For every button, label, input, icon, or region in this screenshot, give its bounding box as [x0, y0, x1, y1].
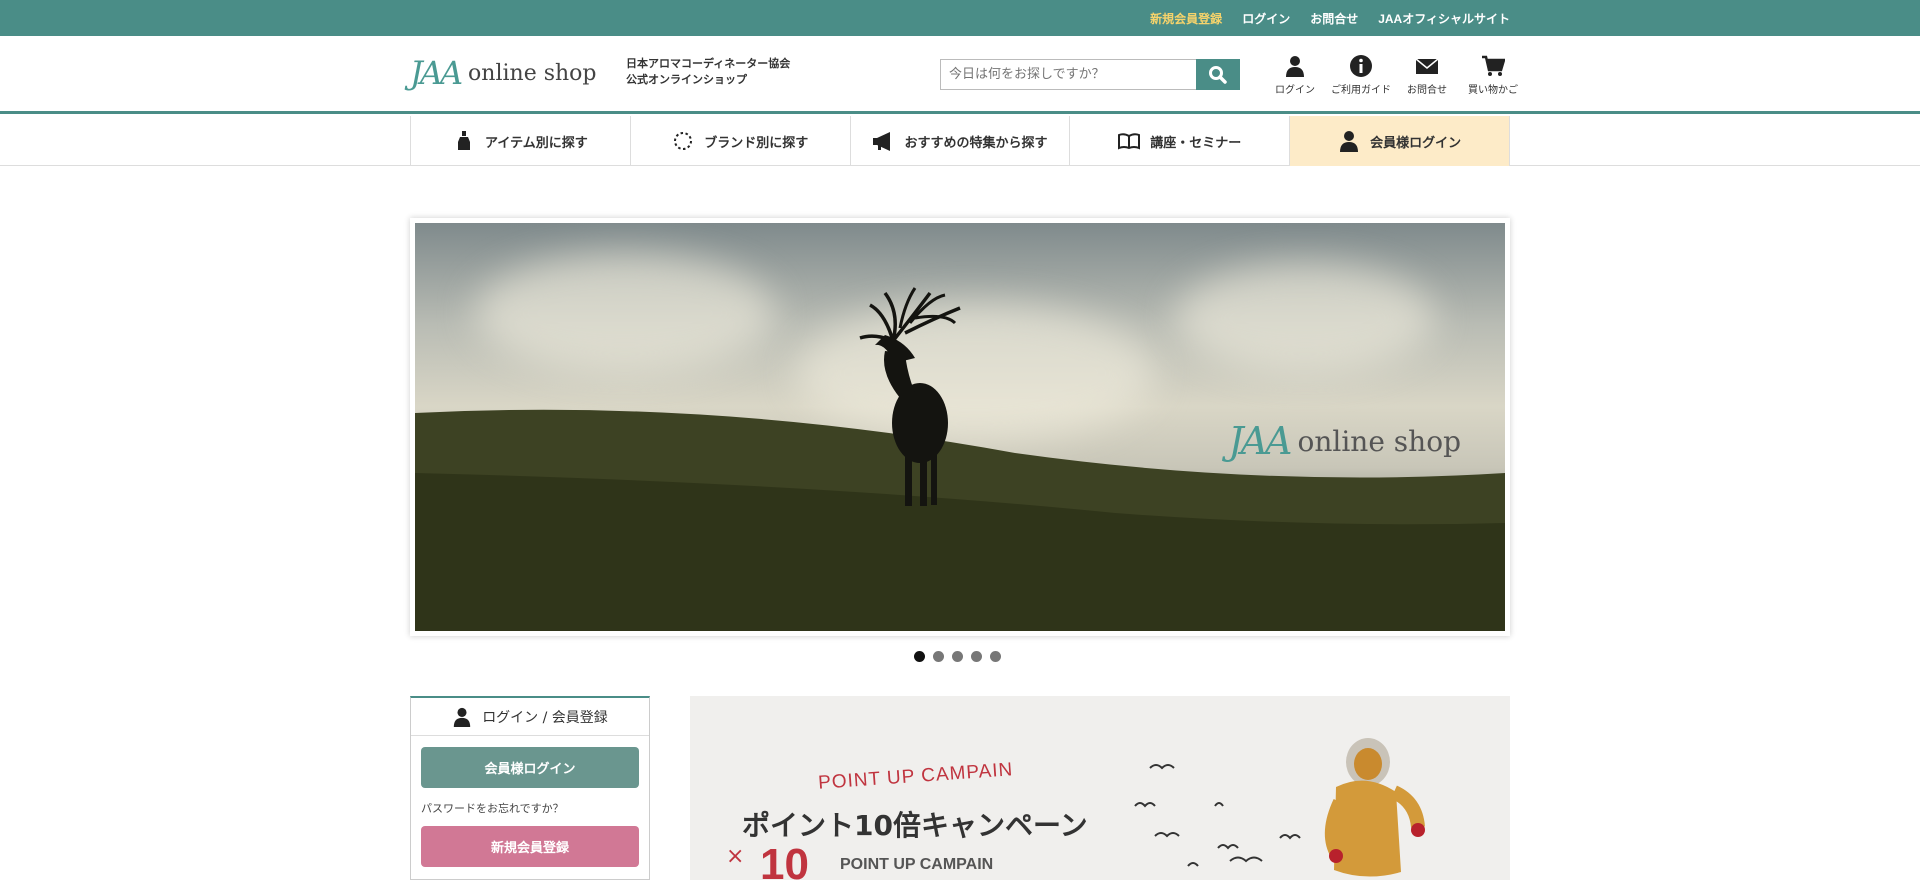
nav-item-brands-label: ブランド別に探す	[704, 135, 809, 151]
tagline-line-2: 公式オンラインショップ	[626, 73, 747, 86]
login-box-header: ログイン / 会員登録	[411, 698, 649, 736]
info-icon	[1350, 55, 1372, 77]
nav-item-seminars-label: 講座・セミナー	[1150, 135, 1242, 151]
user-icon	[1340, 131, 1359, 152]
top-link-official-site[interactable]: JAAオフィシャルサイト	[1378, 10, 1510, 27]
nav-item-items[interactable]: アイテム別に探す	[411, 116, 631, 166]
slider-dots	[914, 651, 1001, 662]
top-link-login[interactable]: ログイン	[1242, 10, 1290, 27]
tagline-line-1: 日本アロマコーディネーター協会	[626, 57, 791, 70]
nav-item-features-label: おすすめの特集から探す	[904, 135, 1048, 151]
top-link-register[interactable]: 新規会員登録	[1150, 10, 1222, 27]
header-cart-label: 買い物かご	[1468, 85, 1518, 96]
hero-image: JAA online shop	[415, 223, 1505, 631]
slider-dot-4[interactable]	[971, 651, 982, 662]
site-tagline: 日本アロマコーディネーター協会 公式オンラインショップ	[626, 56, 790, 88]
login-register-box: ログイン / 会員登録 会員様ログイン パスワードをお忘れですか？ 新規会員登録	[410, 696, 650, 880]
search-input[interactable]	[940, 59, 1196, 90]
header-contact[interactable]: お問合せ	[1394, 54, 1460, 96]
slider-dot-1[interactable]	[914, 651, 925, 662]
main-nav: アイテム別に探す ブランド別に探す おすすめの特集から探す 講座・セミナー 会員…	[0, 114, 1920, 166]
nav-item-features[interactable]: おすすめの特集から探す	[851, 116, 1071, 166]
bottle-icon	[458, 131, 471, 150]
header-login[interactable]: ログイン	[1262, 54, 1328, 96]
header-contact-label: お問合せ	[1407, 85, 1447, 96]
hero-logo-text: online shop	[1297, 424, 1462, 458]
point-campaign-banner[interactable]: POINT UP CAMPAIN ポイント10倍キャンペーン × 10 POIN…	[690, 696, 1510, 880]
nav-item-items-label: アイテム別に探す	[485, 135, 588, 151]
header-guide-label: ご利用ガイド	[1331, 85, 1391, 96]
search-button[interactable]	[1196, 59, 1240, 90]
logo-mark: JAA	[410, 54, 463, 92]
slider-dot-2[interactable]	[933, 651, 944, 662]
header-guide[interactable]: ご利用ガイド	[1328, 54, 1394, 96]
header-cart[interactable]: 買い物かご	[1460, 54, 1526, 96]
site-header: JAA online shop 日本アロマコーディネーター協会 公式オンラインシ…	[0, 36, 1920, 114]
hero-slider[interactable]: JAA online shop	[410, 218, 1510, 636]
hero-logo: JAA online shop	[1228, 419, 1461, 463]
cart-icon	[1482, 55, 1505, 76]
top-utility-bar: 新規会員登録 ログイン お問合せ JAAオフィシャルサイト	[0, 0, 1920, 36]
circle-dots-icon	[674, 132, 693, 150]
main-nav-items: アイテム別に探す ブランド別に探す おすすめの特集から探す 講座・セミナー 会員…	[410, 116, 1510, 166]
login-box-title: ログイン / 会員登録	[482, 709, 608, 726]
mail-icon	[1415, 58, 1439, 74]
header-icon-menu: ログイン ご利用ガイド お問合せ 買い物かご	[1262, 54, 1526, 96]
slider-dot-5[interactable]	[990, 651, 1001, 662]
nav-item-seminars[interactable]: 講座・セミナー	[1070, 116, 1291, 166]
member-login-button[interactable]: 会員様ログイン	[421, 747, 639, 788]
winter-person-illustration	[1324, 738, 1425, 877]
header-login-label: ログイン	[1275, 85, 1315, 96]
user-icon	[1286, 56, 1304, 77]
top-link-contact[interactable]: お問合せ	[1310, 10, 1358, 27]
search-form	[940, 59, 1240, 90]
nav-item-brands[interactable]: ブランド別に探す	[631, 116, 851, 166]
top-links: 新規会員登録 ログイン お問合せ JAAオフィシャルサイト	[1150, 0, 1510, 36]
search-icon	[1209, 65, 1227, 84]
book-icon	[1118, 133, 1141, 150]
slider-dot-3[interactable]	[952, 651, 963, 662]
nav-item-member-login[interactable]: 会員様ログイン	[1290, 116, 1510, 166]
hero-logo-mark: JAA	[1228, 419, 1292, 463]
user-icon	[454, 707, 471, 727]
forgot-password-link[interactable]: パスワードをお忘れですか？	[421, 800, 564, 816]
megaphone-icon	[873, 132, 891, 151]
logo-text: online shop	[468, 60, 597, 86]
nav-item-member-login-label: 会員様ログイン	[1370, 135, 1462, 151]
register-button[interactable]: 新規会員登録	[421, 826, 639, 867]
site-logo[interactable]: JAA online shop	[410, 54, 597, 92]
